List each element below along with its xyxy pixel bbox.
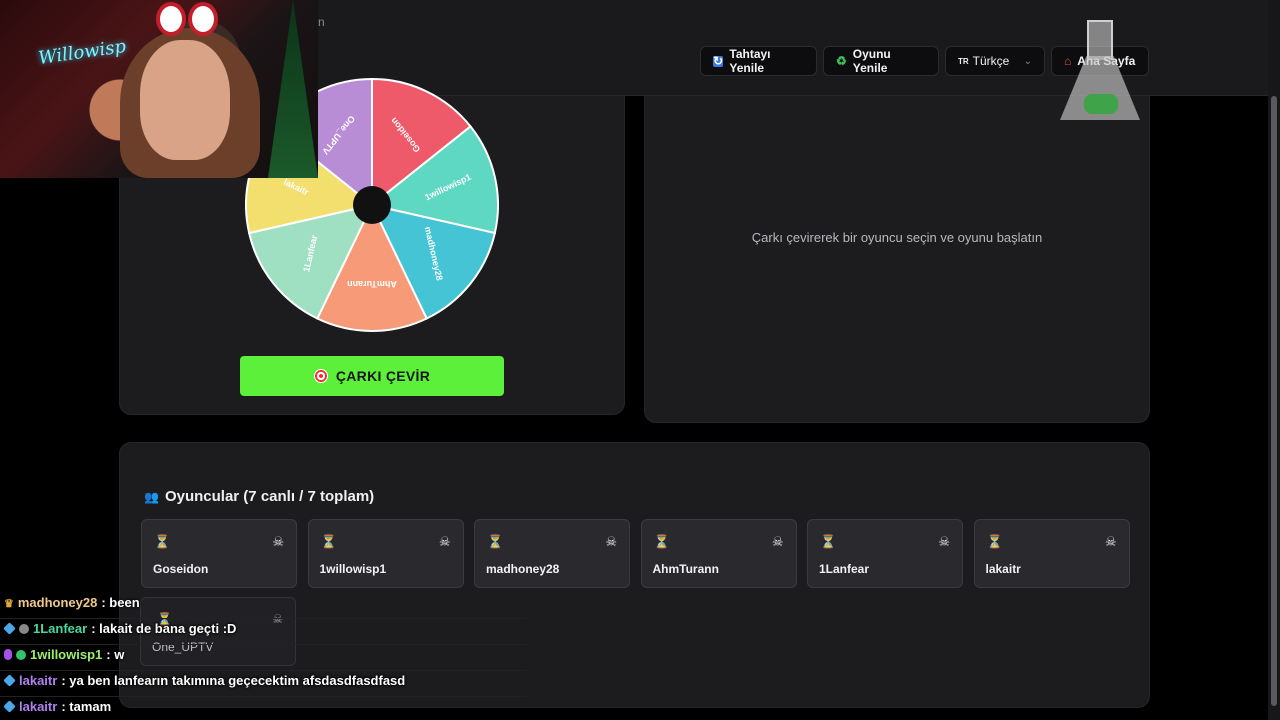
chat-text: : lakait de bana geçti :D bbox=[91, 621, 237, 636]
chat-message: lakaitr: ya ben lanfearın takımına geçec… bbox=[3, 673, 406, 688]
scrollbar-thumb[interactable] bbox=[1271, 96, 1277, 706]
chat-message: ♛ madhoney28: been bbox=[4, 595, 140, 610]
spin-button-label: ÇARKI ÇEVİR bbox=[335, 368, 431, 384]
refresh-game-button[interactable]: ♻ Oyunu Yenile bbox=[823, 46, 939, 76]
player-card[interactable]: ⏳ ☠ 1willowisp1 bbox=[307, 519, 464, 588]
chat-message: 1Lanfear: lakait de bana geçti :D bbox=[3, 621, 237, 636]
streamer-face bbox=[140, 40, 230, 160]
language-label: Türkçe bbox=[972, 54, 1010, 68]
skull-crossbones-icon[interactable]: ☠ bbox=[772, 534, 784, 550]
chat-username: lakaitr bbox=[19, 699, 58, 714]
flask-icon bbox=[1060, 20, 1140, 120]
sub-badge-icon bbox=[3, 622, 16, 635]
mic-badge-icon bbox=[4, 649, 12, 660]
flag-icon: TR bbox=[958, 56, 969, 66]
chat-text: : tamam bbox=[61, 699, 112, 714]
hourglass-icon: ⏳ bbox=[820, 534, 837, 549]
player-name: 1Lanfear bbox=[819, 562, 870, 576]
skull-crossbones-icon[interactable]: ☠ bbox=[272, 534, 284, 550]
scrollbar[interactable] bbox=[1268, 0, 1280, 720]
player-card[interactable]: ⏳ ☠ 1Lanfear bbox=[807, 519, 963, 588]
christmas-tree bbox=[268, 0, 318, 178]
players-title-text: Oyuncular (7 canlı / 7 toplam) bbox=[164, 488, 375, 505]
player-name: Goseidon bbox=[153, 562, 209, 576]
spin-wheel-button[interactable]: ÇARKI ÇEVİR bbox=[240, 356, 504, 396]
chat-divider bbox=[0, 644, 527, 645]
skull-crossbones-icon[interactable]: ☠ bbox=[938, 534, 950, 550]
chat-overlay: ♛ madhoney28: been 1Lanfear: lakait de ban… bbox=[0, 591, 527, 720]
refresh-icon: ↻ bbox=[713, 53, 724, 68]
hourglass-icon: ⏳ bbox=[154, 534, 171, 549]
chat-text: : w bbox=[106, 647, 125, 662]
player-card[interactable]: ⏳ ☠ madhoney28 bbox=[474, 519, 630, 588]
webcam-overlay: Willowisp bbox=[0, 0, 318, 178]
chat-username: madhoney28 bbox=[17, 595, 98, 610]
shield-badge-icon bbox=[19, 623, 29, 634]
player-card[interactable]: ⏳ ☠ AhmTurann bbox=[640, 519, 797, 588]
header-subtitle: n bbox=[318, 15, 325, 29]
game-panel: Çarkı çevirerek bir oyuncu seçin ve oyun… bbox=[644, 96, 1150, 423]
chat-username: 1Lanfear bbox=[33, 621, 88, 636]
chat-username: lakaitr bbox=[19, 673, 58, 688]
people-icon: 👥 bbox=[144, 489, 159, 504]
player-name: AhmTurann bbox=[652, 562, 719, 576]
neon-sign: Willowisp bbox=[36, 35, 128, 70]
hourglass-icon: ⏳ bbox=[986, 534, 1003, 549]
chat-divider bbox=[0, 618, 527, 619]
player-name: lakaitr bbox=[985, 562, 1021, 576]
language-select[interactable]: TR Türkçe ⌄ bbox=[945, 46, 1045, 76]
santa-hat-left bbox=[156, 2, 186, 36]
sub-badge-icon bbox=[3, 700, 16, 713]
crown-badge-icon: ♛ bbox=[4, 598, 14, 610]
hourglass-icon: ⏳ bbox=[320, 534, 337, 549]
skull-crossbones-icon[interactable]: ☠ bbox=[439, 534, 451, 550]
game-instruction: Çarkı çevirerek bir oyuncu seçin ve oyun… bbox=[751, 230, 1043, 245]
chat-message: 1willowisp1: w bbox=[4, 647, 124, 662]
chat-divider bbox=[0, 696, 527, 697]
target-icon bbox=[313, 369, 328, 383]
chevron-down-icon: ⌄ bbox=[1023, 55, 1032, 67]
player-name: 1willowisp1 bbox=[319, 562, 387, 576]
skull-crossbones-icon[interactable]: ☠ bbox=[1105, 534, 1117, 550]
verified-badge-icon bbox=[16, 649, 26, 660]
recycle-icon: ♻ bbox=[836, 54, 847, 68]
player-name: madhoney28 bbox=[486, 562, 560, 576]
hourglass-icon: ⏳ bbox=[653, 534, 670, 549]
santa-hat-right bbox=[188, 2, 218, 36]
hourglass-icon: ⏳ bbox=[487, 534, 504, 549]
chat-username: 1willowisp1 bbox=[30, 647, 103, 662]
skull-crossbones-icon[interactable]: ☠ bbox=[605, 534, 617, 550]
refresh-board-button[interactable]: ↻ Tahtayı Yenile bbox=[700, 46, 817, 76]
refresh-board-label: Tahtayı Yenile bbox=[729, 47, 771, 75]
sub-badge-icon bbox=[3, 674, 16, 687]
player-card[interactable]: ⏳ ☠ lakaitr bbox=[973, 519, 1130, 588]
wheel-hub bbox=[353, 186, 391, 224]
refresh-game-label: Oyunu Yenile bbox=[852, 47, 891, 75]
chat-message: lakaitr: tamam bbox=[3, 699, 112, 714]
players-title: 👥 Oyuncular (7 canlı / 7 toplam) bbox=[144, 488, 374, 505]
wheel-segment-label: AhmTurann bbox=[347, 279, 397, 289]
chat-text: : ya ben lanfearın takımına geçecektim a… bbox=[61, 673, 406, 688]
chat-divider bbox=[0, 670, 527, 671]
player-card[interactable]: ⏳ ☠ Goseidon bbox=[141, 519, 297, 588]
chat-text: : been bbox=[101, 595, 140, 610]
